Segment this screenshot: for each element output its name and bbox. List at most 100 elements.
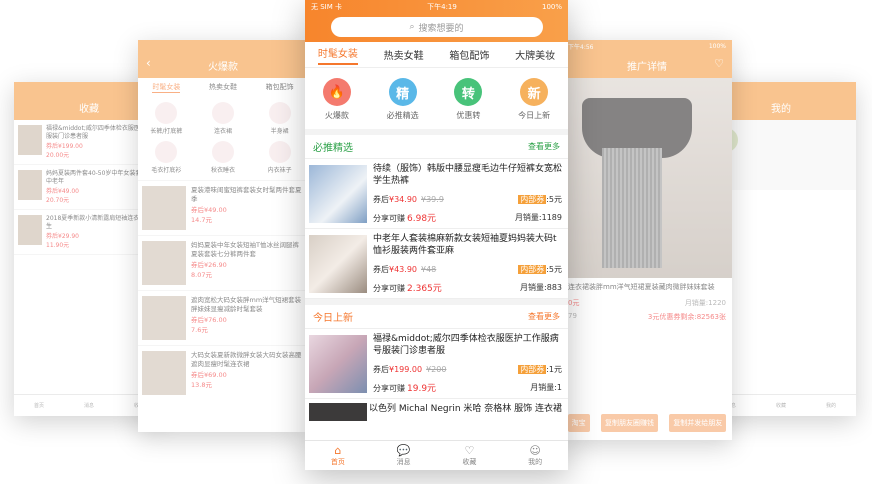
- status-bar: 下午4:56 100%: [562, 40, 732, 52]
- coupon-value: :5元: [546, 264, 562, 274]
- price-row: 0元 月销量:1220: [562, 296, 732, 310]
- search-input[interactable]: ⌕ 搜索想要的: [330, 17, 543, 37]
- category-tabs: 时髦女装 热卖女鞋 箱包配饰 大牌美妆: [305, 42, 568, 68]
- old-price: ¥39.9: [421, 194, 444, 204]
- product-description: 连衣裙装胖mm洋气短裙夏装藏肉微胖妹妹套装: [568, 283, 715, 291]
- entry-new[interactable]: 新今日上新: [518, 78, 550, 121]
- subcategory-label: 半身裙: [270, 128, 289, 135]
- taobao-button[interactable]: 淘宝: [567, 414, 590, 432]
- list-item[interactable]: 妈妈夏装中年女装短袖T恤冰丝阔腿裤夏装套装七分裤两件套 券后¥26.90 8.07元: [138, 235, 308, 290]
- copy-send-button[interactable]: 复制并发给朋友: [669, 414, 727, 432]
- tab-home[interactable]: 首页: [34, 402, 44, 409]
- page-title: 我的: [771, 103, 791, 115]
- subcategory-item[interactable]: 连衣裙: [195, 102, 252, 135]
- coupon-value: :5元: [546, 194, 562, 204]
- subcategory-item[interactable]: 半身裙: [251, 102, 308, 135]
- price-line: 券后¥34.90 ¥39.9 内部券:5元: [373, 194, 562, 205]
- entry-picks[interactable]: 精必推精选: [387, 78, 419, 121]
- product-title: 中老年人套装棉麻新款女装短袖夏妈妈装大码t恤衫服装两件套亚麻: [373, 234, 557, 256]
- list-item[interactable]: 待续（服饰）韩版中腰显瘦毛边牛仔短裤女宽松学生热裤 券后¥34.90 ¥39.9 …: [305, 159, 568, 229]
- subcategory-item[interactable]: 长裤/打底裤: [138, 102, 195, 135]
- coupon-value: :1元: [546, 364, 562, 374]
- list-item[interactable]: 中老年人套装棉麻新款女装短袖夏妈妈装大码t恤衫服装两件套亚麻 券后¥43.90 ¥…: [305, 229, 568, 299]
- tab-beauty[interactable]: 大牌美妆: [515, 47, 555, 62]
- product-thumbnail: [18, 215, 42, 245]
- share-earn: 14.7元: [191, 216, 212, 224]
- product-thumbnail: [142, 296, 186, 340]
- price-line: 券后¥199.00 ¥200 内部券:1元: [373, 364, 562, 375]
- subcategory-item[interactable]: 毛衣打底衫: [138, 141, 195, 174]
- coupon-badge: 内部券: [518, 194, 547, 204]
- heart-icon[interactable]: ♡: [714, 57, 724, 70]
- status-time: 下午4:56: [568, 43, 594, 51]
- tab-category[interactable]: 箱包配饰: [266, 82, 294, 92]
- share-prefix: 分享可赚: [373, 384, 405, 393]
- product-price: ¥34.90: [389, 194, 417, 204]
- picks-icon: 精: [388, 78, 417, 106]
- share-prefix: 分享可赚: [373, 214, 405, 223]
- back-icon[interactable]: ‹: [146, 56, 151, 70]
- monthly-sales: 月销量:1220: [684, 299, 726, 307]
- transfer-icon: 转: [454, 78, 483, 106]
- section-title: 今日上新: [313, 313, 353, 324]
- status-time: 下午4:19: [427, 3, 457, 11]
- list-item[interactable]: 夏装港味闺蜜短裤套装女时髦两件套夏季 券后¥49.00 14.7元: [138, 180, 308, 235]
- tab-messages[interactable]: 💬 消息: [396, 443, 411, 467]
- tab-fashion-women[interactable]: 时髦女装: [317, 45, 358, 65]
- tab-label: 消息: [396, 457, 411, 466]
- tab-home[interactable]: ⌂ 首页: [331, 444, 345, 467]
- product-title: 待续（服饰）韩版中腰显瘦毛边牛仔短裤女宽松学生热裤: [373, 164, 562, 186]
- share-earn: 8.07元: [191, 271, 212, 279]
- entry-label: 优惠转: [456, 111, 481, 120]
- tab-favorites[interactable]: 收藏: [776, 402, 786, 409]
- tab-mine[interactable]: 我的: [826, 402, 836, 409]
- message-icon: 💬: [396, 443, 411, 457]
- new-icon: 新: [520, 78, 549, 106]
- list-item[interactable]: 以色列 Michal Negrin 米哈 奈格林 服饰 连衣裙: [305, 399, 568, 421]
- old-price: ¥200: [426, 364, 447, 374]
- list-item[interactable]: 大码女装夏新款微胖女装大码女装高腰遮肉显瘦时髦连衣裙 券后¥69.00 13.8元: [138, 345, 308, 400]
- page-title: 推广详情: [627, 61, 667, 73]
- section-title: 必推精选: [313, 143, 353, 154]
- copy-moments-button[interactable]: 复制朋友圈赚钱: [600, 414, 658, 432]
- monthly-sales: 月销量:1: [530, 383, 562, 392]
- tab-favorites[interactable]: ♡ 收藏: [462, 444, 476, 467]
- old-price: ¥48: [421, 264, 437, 274]
- tab-category[interactable]: 热卖女鞋: [209, 82, 237, 92]
- list-item[interactable]: 遮肉宽松大码女装胖mm洋气短裙套装胖妹妹显瘦减龄时髦套装 券后¥76.00 7.6元: [138, 290, 308, 345]
- status-bar: [138, 40, 308, 52]
- price-prefix: 券后: [373, 264, 389, 274]
- category-icon: [155, 102, 178, 124]
- product-title: 遮肉宽松大码女装胖mm洋气短裙套装胖妹妹显瘦减龄时髦套装: [191, 296, 302, 313]
- tab-category[interactable]: 时髦女装: [152, 82, 181, 93]
- entry-deals[interactable]: 转优惠转: [454, 78, 483, 121]
- status-bar: 无 SIM 卡 下午4:19 100%: [305, 0, 568, 14]
- tab-messages[interactable]: 消息: [84, 402, 94, 409]
- quick-entry-row: 🔥 火爆款 精必推精选 转优惠转 新今日上新: [305, 68, 568, 135]
- list-item[interactable]: 福禄&middot;威尔四季体检衣服医护工作服病号服装门诊患者服 券后¥199.…: [305, 329, 568, 399]
- tab-women-shoes[interactable]: 热卖女鞋: [384, 47, 424, 62]
- product-price: 券后¥49.00: [191, 206, 227, 214]
- see-more-link[interactable]: 查看更多: [528, 311, 560, 322]
- share-line: 分享可赚 2.365元 月销量:883: [373, 281, 562, 294]
- product-price: 券后¥69.00: [191, 371, 227, 379]
- entry-hot[interactable]: 🔥 火爆款: [322, 78, 351, 121]
- coupon-remaining: 3元优惠券剩余:82563张: [647, 313, 726, 321]
- monthly-sales: 月销量:883: [520, 283, 562, 292]
- product-thumbnail: [142, 351, 186, 395]
- nav-bar: ‹ 火爆款: [138, 52, 308, 78]
- see-more-link[interactable]: 查看更多: [528, 141, 560, 152]
- promotion-detail-phone: 下午4:56 100% 推广详情 ♡ 连衣裙装胖mm洋气短裙夏装藏肉微胖妹妹套装…: [562, 40, 732, 440]
- product-title: 妈妈夏装中年女装短袖T恤冰丝阔腿裤夏装套装七分裤两件套: [191, 241, 299, 258]
- subcategory-item[interactable]: 内衣袜子: [251, 141, 308, 174]
- tab-bags[interactable]: 箱包配饰: [449, 47, 489, 62]
- subcategory-label: 长裤/打底裤: [150, 128, 183, 135]
- home-phone: 无 SIM 卡 下午4:19 100% ⌕ 搜索想要的 时髦女装 热卖女鞋 箱包…: [305, 0, 568, 470]
- hot-items-phone: ‹ 火爆款 时髦女装 热卖女鞋 箱包配饰 长裤/打底裤 连衣裙 半身裙 毛衣打底…: [138, 40, 308, 432]
- tab-label: 我的: [528, 457, 543, 466]
- entry-label: 火爆款: [324, 111, 349, 120]
- tab-mine[interactable]: ☺ 我的: [528, 444, 543, 467]
- share-line: 分享可赚 6.98元 月销量:1189: [373, 211, 562, 224]
- subcategory-item[interactable]: 秋衣睡衣: [195, 141, 252, 174]
- product-thumbnail: [18, 125, 42, 155]
